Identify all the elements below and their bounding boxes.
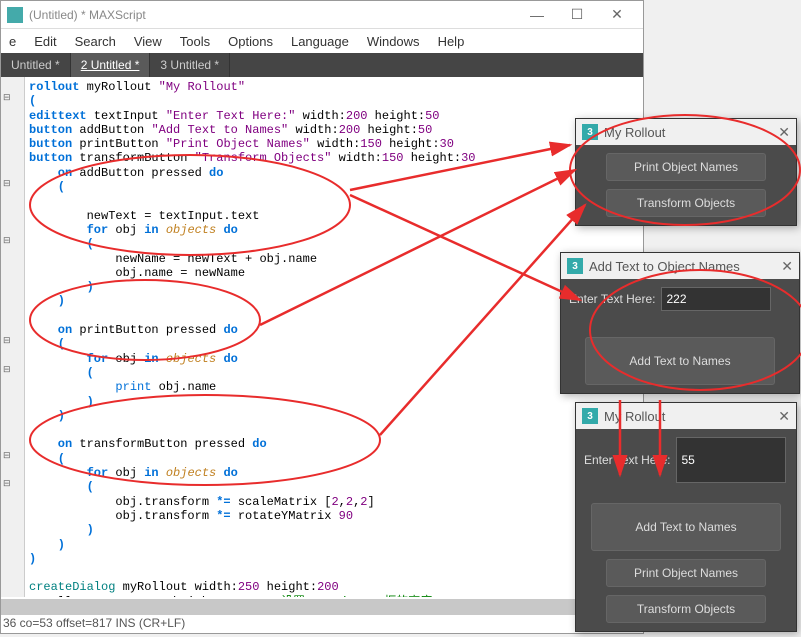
status-bar: 36 co=53 offset=817 INS (CR+LF) (1, 599, 643, 633)
panel2-title-bar[interactable]: 3 Add Text to Object Names ✕ (561, 253, 799, 279)
app-icon (7, 7, 23, 23)
panel2-title: Add Text to Object Names (589, 259, 781, 274)
tab-untitled-1[interactable]: Untitled * (1, 53, 71, 77)
transform-objects-button[interactable]: Transform Objects (606, 189, 766, 217)
status-text: 36 co=53 offset=817 INS (CR+LF) (1, 615, 643, 633)
gutter: ⊟⊟⊟⊟⊟⊟⊟ (1, 77, 25, 597)
menu-bar: e Edit Search View Tools Options Languag… (1, 29, 643, 53)
add-text-to-names-button[interactable]: Add Text to Names (585, 337, 775, 385)
title-bar: (Untitled) * MAXScript — ☐ ✕ (1, 1, 643, 29)
close-icon[interactable]: ✕ (778, 124, 790, 141)
panel3-label: Enter Text Here: (584, 453, 670, 467)
print-object-names-button[interactable]: Print Object Names (606, 559, 766, 587)
panel1-title-bar[interactable]: 3 My Rollout ✕ (576, 119, 796, 145)
tab-untitled-2[interactable]: 2 Untitled * (71, 53, 151, 77)
maxscript-editor-window: (Untitled) * MAXScript — ☐ ✕ e Edit Sear… (0, 0, 644, 634)
tab-bar: Untitled * 2 Untitled * 3 Untitled * (1, 53, 643, 77)
panel2-text-input[interactable] (661, 287, 771, 311)
max-icon: 3 (582, 408, 598, 424)
menu-language[interactable]: Language (291, 34, 349, 49)
tab-untitled-3[interactable]: 3 Untitled * (150, 53, 230, 77)
menu-search[interactable]: Search (75, 34, 116, 49)
minimize-button[interactable]: — (517, 1, 557, 29)
panel3-title: My Rollout (604, 409, 778, 424)
rollout-panel-3: 3 My Rollout ✕ Enter Text Here: Add Text… (575, 402, 797, 632)
close-icon[interactable]: ✕ (781, 258, 793, 275)
transform-objects-button[interactable]: Transform Objects (606, 595, 766, 623)
panel3-title-bar[interactable]: 3 My Rollout ✕ (576, 403, 796, 429)
window-title: (Untitled) * MAXScript (29, 8, 517, 22)
code-area[interactable]: ⊟⊟⊟⊟⊟⊟⊟ rollout myRollout "My Rollout" (… (1, 77, 643, 597)
menu-file[interactable]: e (9, 34, 16, 49)
menu-windows[interactable]: Windows (367, 34, 420, 49)
maximize-button[interactable]: ☐ (557, 1, 597, 29)
max-icon: 3 (582, 124, 598, 140)
print-object-names-button[interactable]: Print Object Names (606, 153, 766, 181)
code-content[interactable]: rollout myRollout "My Rollout" ( edittex… (25, 77, 643, 597)
rollout-panel-2: 3 Add Text to Object Names ✕ Enter Text … (560, 252, 800, 394)
panel3-text-input[interactable] (676, 437, 786, 483)
menu-options[interactable]: Options (228, 34, 273, 49)
close-icon[interactable]: ✕ (778, 408, 790, 425)
add-text-to-names-button[interactable]: Add Text to Names (591, 503, 781, 551)
rollout-panel-1: 3 My Rollout ✕ Print Object Names Transf… (575, 118, 797, 226)
menu-edit[interactable]: Edit (34, 34, 56, 49)
menu-view[interactable]: View (134, 34, 162, 49)
menu-tools[interactable]: Tools (180, 34, 210, 49)
max-icon: 3 (567, 258, 583, 274)
panel2-label: Enter Text Here: (569, 292, 655, 306)
close-button[interactable]: ✕ (597, 1, 637, 29)
panel1-title: My Rollout (604, 125, 778, 140)
menu-help[interactable]: Help (438, 34, 465, 49)
